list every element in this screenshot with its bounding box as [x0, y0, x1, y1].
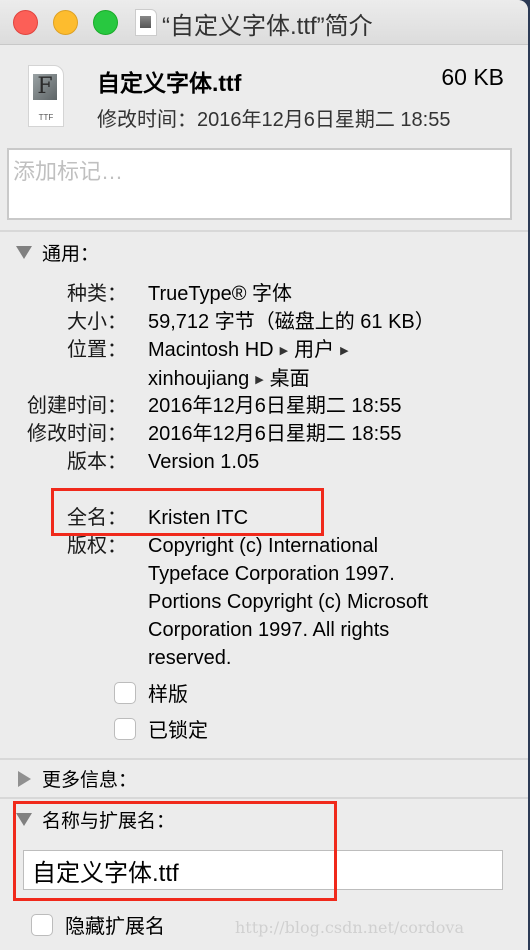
file-size: 60 KB [441, 64, 504, 90]
location-path: Macintosh HD ▶ 用户 ▶ xinhoujiang ▶ 桌面 [148, 336, 508, 394]
font-glyph: F [33, 74, 57, 100]
copyright-line: Copyright (c) International [148, 535, 379, 557]
copyright-line: reserved. [148, 647, 232, 669]
file-ext-label: TTF [38, 113, 54, 122]
copyright-text: Copyright (c) International Typeface Cor… [148, 532, 508, 672]
info-value: 59,712 字节（磁盘上的 61 KB） [148, 311, 435, 333]
path-separator-icon: ▶ [255, 374, 264, 386]
info-label: 种类： [67, 283, 127, 305]
file-modified-date: 修改时间：2016年12月6日星期二 18:55 [97, 109, 451, 131]
section-general-title: 通用： [42, 244, 100, 265]
divider [0, 797, 528, 799]
path-separator-icon: ▶ [279, 345, 289, 357]
font-file-icon [135, 9, 157, 36]
path-item[interactable]: 用户 [294, 339, 334, 361]
stationery-checkbox[interactable] [114, 681, 136, 704]
section-general-toggle[interactable]: 通用： [16, 239, 99, 266]
divider [0, 230, 528, 232]
section-name-ext-toggle[interactable]: 名称与扩展名： [16, 806, 175, 833]
divider [0, 758, 528, 760]
disclosure-triangle-down-icon [16, 246, 32, 259]
window-title: “自定义字体.ttf”简介 [162, 13, 373, 40]
path-separator-icon: ▶ [340, 345, 349, 357]
title-bar[interactable]: “自定义字体.ttf”简介 [0, 0, 528, 45]
info-label: 版本： [67, 451, 127, 473]
section-more-info-toggle[interactable]: 更多信息： [16, 765, 137, 792]
watermark: http://blog.csdn.net/cordova [235, 918, 464, 937]
tags-input[interactable] [7, 148, 512, 220]
copyright-line: Corporation 1997. All rights [148, 619, 390, 641]
locked-label: 已锁定 [148, 720, 208, 742]
info-label: 全名： [67, 507, 127, 529]
locked-checkbox-row[interactable]: 已锁定 [114, 714, 208, 743]
info-label: 位置： [67, 339, 127, 361]
hide-extension-checkbox[interactable] [31, 913, 53, 936]
info-label: 版权： [67, 535, 127, 557]
disclosure-triangle-right-icon [18, 770, 31, 787]
info-value: 2016年12月6日星期二 18:55 [148, 423, 402, 445]
zoom-button[interactable] [93, 10, 118, 35]
path-item[interactable]: Macintosh HD [148, 339, 274, 361]
hide-extension-label: 隐藏扩展名 [65, 916, 165, 938]
stationery-label: 样版 [148, 684, 188, 706]
locked-checkbox[interactable] [114, 717, 136, 740]
stationery-checkbox-row[interactable]: 样版 [114, 678, 188, 707]
section-more-info-title: 更多信息： [42, 770, 138, 791]
info-value: 2016年12月6日星期二 18:55 [148, 395, 402, 417]
info-value: TrueType® 字体 [148, 283, 293, 305]
name-extension-input[interactable] [23, 850, 503, 890]
path-item[interactable]: xinhoujiang [148, 368, 249, 390]
info-label: 大小： [67, 311, 127, 333]
info-value: Version 1.05 [148, 451, 260, 473]
copyright-line: Portions Copyright (c) Microsoft [148, 591, 429, 613]
info-label: 创建时间： [27, 395, 127, 417]
info-label: 修改时间： [27, 423, 127, 445]
section-name-ext-title: 名称与扩展名： [42, 811, 176, 832]
copyright-line: Typeface Corporation 1997. [148, 563, 395, 585]
info-value: Kristen ITC [148, 507, 249, 529]
get-info-window: “自定义字体.ttf”简介 F TTF 自定义字体.ttf 60 KB 修改时间… [0, 0, 528, 950]
hide-extension-checkbox-row[interactable]: 隐藏扩展名 [31, 910, 165, 939]
minimize-button[interactable] [53, 10, 78, 35]
disclosure-triangle-down-icon [16, 813, 32, 826]
path-item[interactable]: 桌面 [270, 368, 310, 390]
font-file-icon: F TTF [28, 65, 64, 127]
close-button[interactable] [13, 10, 38, 35]
file-name: 自定义字体.ttf [97, 70, 242, 96]
